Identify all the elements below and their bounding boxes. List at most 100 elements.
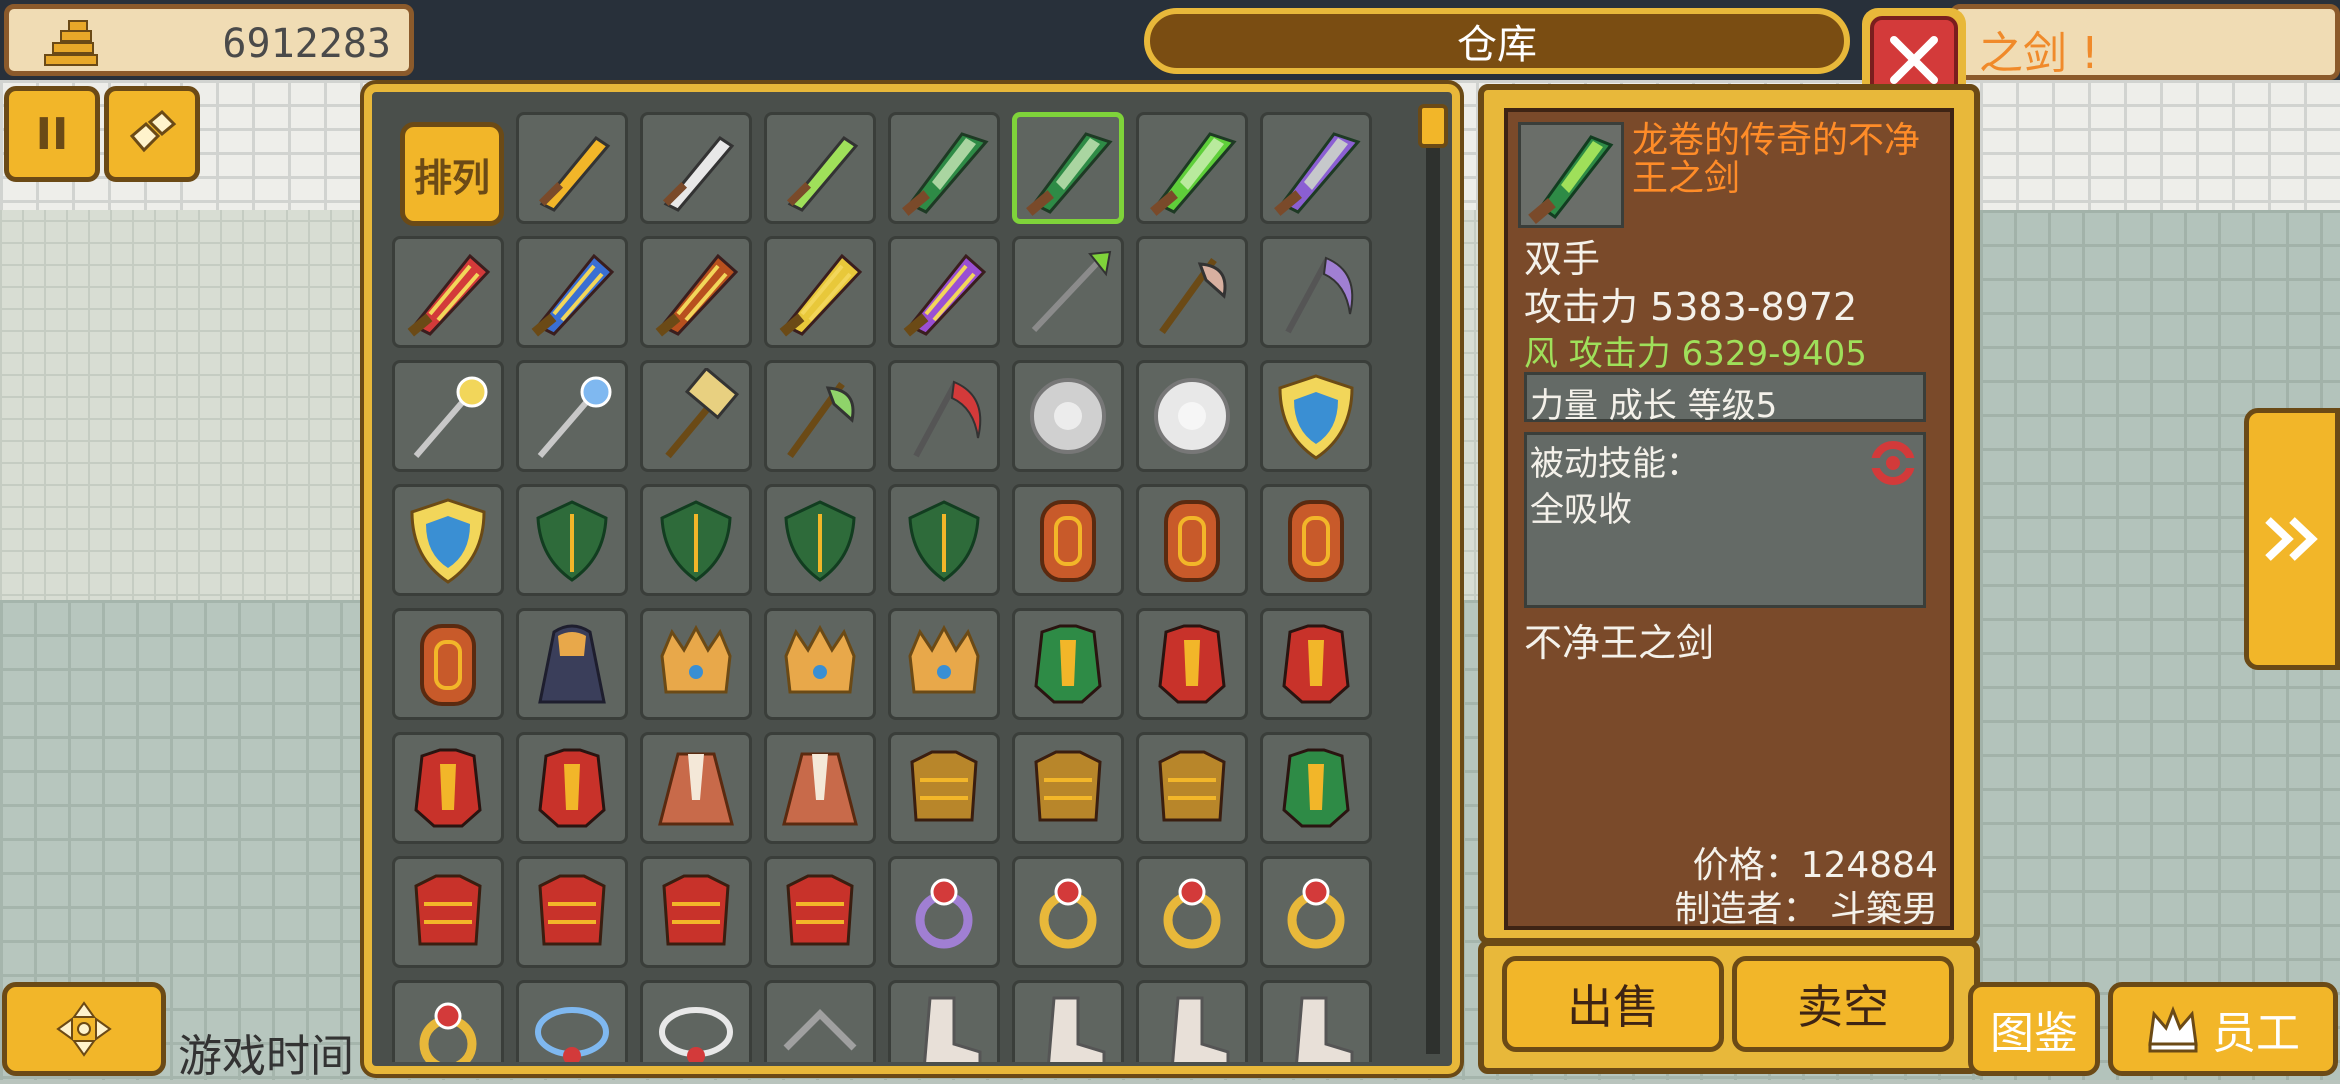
inventory-slot[interactable] [888, 732, 1000, 844]
inventory-slot[interactable] [1012, 484, 1124, 596]
inventory-slot[interactable] [640, 856, 752, 968]
inventory-slot[interactable] [640, 360, 752, 472]
inventory-slot[interactable] [888, 980, 1000, 1062]
inventory-slot[interactable] [640, 732, 752, 844]
wood-shield-icon [420, 624, 476, 706]
inventory-slot[interactable] [1260, 112, 1372, 224]
inventory-slot[interactable] [1136, 856, 1248, 968]
pause-button[interactable]: II [4, 86, 100, 182]
inventory-slot[interactable] [888, 112, 1000, 224]
flame-sword-icon [531, 253, 615, 337]
sell-button[interactable]: 出售 [1502, 956, 1724, 1052]
wood-shield-icon [1040, 500, 1096, 582]
inventory-slot[interactable] [516, 856, 628, 968]
inventory-slot[interactable] [516, 484, 628, 596]
inventory-slot[interactable] [1136, 608, 1248, 720]
inventory-slot[interactable] [1136, 484, 1248, 596]
crown-icon [660, 624, 732, 694]
inventory-slot[interactable] [392, 608, 504, 720]
inventory-slot[interactable] [640, 608, 752, 720]
staff-button[interactable]: 员工 [2108, 982, 2338, 1076]
inventory-slot[interactable] [1260, 484, 1372, 596]
inventory-slot[interactable] [764, 980, 876, 1062]
scythe-icon [913, 380, 982, 458]
boot-icon [1047, 996, 1106, 1062]
dpad-icon [56, 1001, 112, 1057]
sort-button[interactable]: 排列 [400, 122, 504, 226]
inventory-slot[interactable] [1012, 732, 1124, 844]
inventory-slot[interactable] [392, 236, 504, 348]
inventory-slot[interactable] [516, 608, 628, 720]
inventory-slot[interactable] [640, 484, 752, 596]
inventory-slot[interactable] [640, 236, 752, 348]
inventory-slot[interactable] [1136, 980, 1248, 1062]
move-button[interactable] [2, 982, 166, 1076]
inventory-scrollbar-track[interactable] [1426, 104, 1440, 1054]
inventory-slot[interactable] [1260, 360, 1372, 472]
crown-icon [908, 624, 980, 694]
inventory-scrollbar-thumb[interactable] [1418, 104, 1448, 148]
inventory-slot[interactable] [1260, 732, 1372, 844]
inventory-slot[interactable] [516, 732, 628, 844]
inventory-slot[interactable] [888, 484, 1000, 596]
round-shield-icon [1030, 378, 1106, 454]
inventory-slot[interactable] [1012, 980, 1124, 1062]
inventory-slot[interactable] [888, 360, 1000, 472]
inventory-slot[interactable] [764, 112, 876, 224]
inventory-slot[interactable] [392, 360, 504, 472]
inventory-slot[interactable] [392, 732, 504, 844]
inventory-slot[interactable] [516, 112, 628, 224]
round-shield-icon [1154, 378, 1230, 454]
sell-all-button[interactable]: 卖空 [1732, 956, 1954, 1052]
inventory-slot[interactable] [764, 236, 876, 348]
passive-skill-value: 全吸收 [1530, 490, 1632, 530]
leaf-shield-icon [660, 500, 732, 582]
next-page-button[interactable] [2244, 408, 2340, 670]
greatsword-icon [1026, 132, 1113, 216]
inventory-slot[interactable] [1012, 608, 1124, 720]
armor-icon [414, 748, 482, 828]
inventory-slot[interactable] [764, 732, 876, 844]
inventory-slot[interactable] [1136, 236, 1248, 348]
inventory-slot[interactable] [888, 856, 1000, 968]
inventory-slot[interactable] [888, 608, 1000, 720]
armor-icon [1282, 748, 1350, 828]
inventory-slot[interactable] [392, 856, 504, 968]
inventory-grid [392, 112, 1402, 1062]
greatsword-icon [1528, 135, 1614, 224]
chest-armor-icon [1158, 750, 1226, 822]
inventory-slot[interactable] [764, 484, 876, 596]
chest-armor-icon [1034, 750, 1102, 822]
sword-icon [662, 135, 735, 212]
item-maker: 制造者： 斗築男 [1674, 889, 1938, 930]
guide-button[interactable]: 图鉴 [1968, 982, 2100, 1076]
inventory-slot[interactable] [888, 236, 1000, 348]
inventory-slot[interactable] [516, 236, 628, 348]
item-detail-icon-frame [1518, 122, 1624, 228]
inventory-slot[interactable] [1012, 236, 1124, 348]
spear-icon [1031, 250, 1112, 333]
inventory-slot[interactable] [640, 980, 752, 1062]
inventory-slot[interactable] [392, 484, 504, 596]
inventory-slot[interactable] [764, 856, 876, 968]
inventory-slot[interactable] [1260, 608, 1372, 720]
inventory-slot[interactable] [1136, 360, 1248, 472]
inventory-slot[interactable] [1136, 112, 1248, 224]
greatsword-icon [902, 132, 989, 216]
inventory-slot[interactable] [516, 360, 628, 472]
inventory-slot[interactable] [1260, 980, 1372, 1062]
inventory-slot[interactable] [640, 112, 752, 224]
inventory-slot[interactable] [764, 608, 876, 720]
armor-icon [1034, 624, 1102, 704]
inventory-slot[interactable] [1260, 236, 1372, 348]
inventory-slot[interactable] [516, 980, 628, 1062]
inventory-slot[interactable] [1136, 732, 1248, 844]
inventory-slot[interactable] [1012, 360, 1124, 472]
item-base-name: 不净王之剑 [1524, 621, 1715, 665]
inventory-slot[interactable] [764, 360, 876, 472]
materials-button[interactable] [104, 86, 200, 182]
inventory-slot[interactable] [1260, 856, 1372, 968]
inventory-slot[interactable] [1012, 112, 1124, 224]
inventory-slot[interactable] [392, 980, 504, 1062]
inventory-slot[interactable] [1012, 856, 1124, 968]
